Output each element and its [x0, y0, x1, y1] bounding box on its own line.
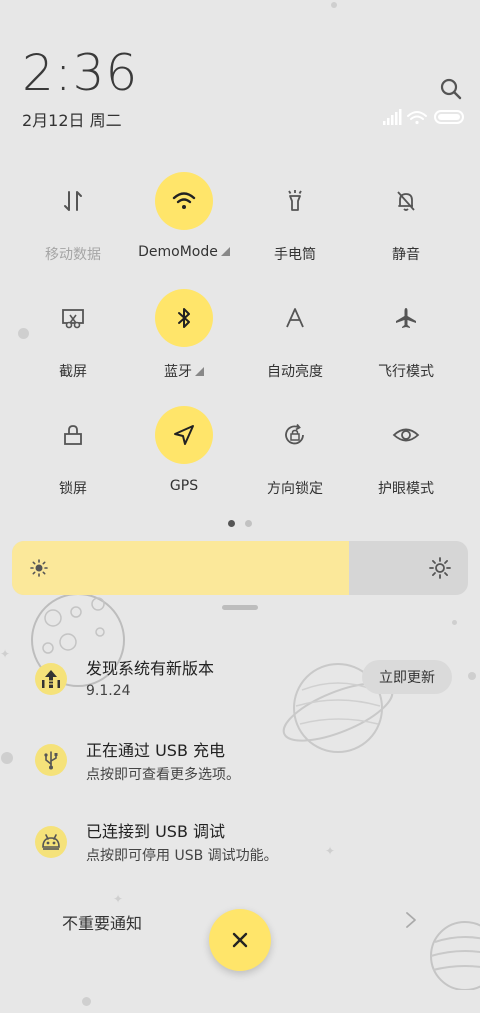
notification-title: 发现系统有新版本	[86, 659, 215, 678]
android-debug-icon	[42, 834, 60, 850]
toggle-label: 锁屏	[59, 481, 87, 497]
notification-title: 已连接到 USB 调试	[86, 822, 226, 841]
chevron-right-icon[interactable]	[404, 910, 418, 930]
toggle-circle	[266, 172, 324, 230]
rotation-lock-icon	[285, 423, 304, 445]
brightness-fill	[12, 541, 349, 595]
pager-dot	[245, 520, 252, 527]
wifi-status-icon	[407, 111, 427, 125]
clear-all-button[interactable]	[209, 909, 271, 971]
pager-dot-active	[228, 520, 235, 527]
usb-icon	[44, 751, 58, 770]
notification-icon	[35, 744, 67, 776]
toggle-airplane[interactable]: 飞行模式	[346, 289, 466, 381]
notification-subtitle: 点按即可查看更多选项。	[86, 767, 240, 783]
toggle-circle	[155, 289, 213, 347]
auto-brightness-icon	[286, 308, 304, 328]
toggle-mute[interactable]: 静音	[346, 172, 466, 264]
expand-triangle-icon	[220, 247, 230, 256]
toggle-circle	[377, 172, 435, 230]
notification-subtitle: 9.1.24	[86, 683, 131, 699]
toggle-gps[interactable]: GPS	[124, 406, 244, 494]
system-update-icon	[42, 670, 60, 688]
toggle-label: 移动数据	[45, 247, 101, 263]
toggle-label: 蓝牙	[164, 364, 192, 380]
toggle-label: 飞行模式	[378, 364, 434, 380]
toggle-circle	[377, 406, 435, 464]
close-icon	[232, 932, 248, 948]
toggle-circle	[266, 289, 324, 347]
clock[interactable]: 2:36	[22, 44, 138, 102]
wifi-icon	[172, 192, 196, 209]
eye-icon	[392, 428, 420, 442]
toggle-circle	[44, 172, 102, 230]
toggle-mobile-data[interactable]: 移动数据	[13, 172, 133, 264]
brightness-slider[interactable]	[12, 541, 468, 595]
status-bar-icons	[383, 108, 465, 126]
toggle-label: 手电筒	[274, 247, 316, 263]
minor-notifications-link[interactable]: 不重要通知	[62, 910, 142, 934]
toggle-label: 护眼模式	[378, 481, 434, 497]
mobile-data-icon	[64, 191, 82, 211]
toggle-label: 自动亮度	[267, 364, 323, 380]
notification-icon	[35, 663, 67, 695]
toggle-lock-screen[interactable]: 锁屏	[13, 406, 133, 498]
toggle-screenshot[interactable]: 截屏	[13, 289, 133, 381]
mute-bell-icon	[397, 191, 415, 211]
toggle-rotation-lock[interactable]: 方向锁定	[235, 406, 355, 498]
toggle-label: 截屏	[59, 364, 87, 380]
toggle-auto-brightness[interactable]: 自动亮度	[235, 289, 355, 381]
date[interactable]: 2月12日 周二	[22, 107, 122, 131]
search-icon	[440, 78, 462, 100]
flashlight-icon	[288, 190, 302, 211]
toggle-eye-comfort[interactable]: 护眼模式	[346, 406, 466, 498]
toggle-circle	[377, 289, 435, 347]
toggle-flashlight[interactable]: 手电筒	[235, 172, 355, 264]
toggle-label: 方向锁定	[267, 481, 323, 497]
toggle-circle	[44, 289, 102, 347]
brightness-low-icon	[30, 559, 48, 577]
toggle-circle	[155, 172, 213, 230]
toggle-bluetooth[interactable]: 蓝牙	[124, 289, 244, 381]
screenshot-icon	[62, 309, 84, 329]
notification-icon	[35, 826, 67, 858]
lock-icon	[64, 425, 82, 445]
toggle-circle	[44, 406, 102, 464]
toggle-circle	[155, 406, 213, 464]
update-now-button[interactable]: 立即更新	[362, 660, 452, 694]
toggle-label: DemoMode	[138, 244, 218, 260]
location-arrow-icon	[174, 425, 194, 445]
drag-handle[interactable]	[222, 605, 258, 610]
toggle-label: GPS	[169, 478, 199, 494]
battery-icon	[434, 110, 464, 124]
airplane-icon	[396, 308, 416, 328]
bluetooth-icon	[178, 308, 190, 328]
toggle-label: 静音	[392, 247, 420, 263]
toggle-wifi[interactable]: DemoMode	[124, 172, 244, 260]
notification-title: 正在通过 USB 充电	[86, 741, 226, 760]
expand-triangle-icon	[195, 367, 204, 376]
planet-decor-2	[430, 921, 480, 990]
search-button[interactable]	[438, 76, 464, 102]
toggle-circle	[266, 406, 324, 464]
brightness-high-icon	[429, 557, 451, 579]
notification-subtitle: 点按即可停用 USB 调试功能。	[86, 848, 278, 864]
signal-icon	[383, 109, 402, 125]
